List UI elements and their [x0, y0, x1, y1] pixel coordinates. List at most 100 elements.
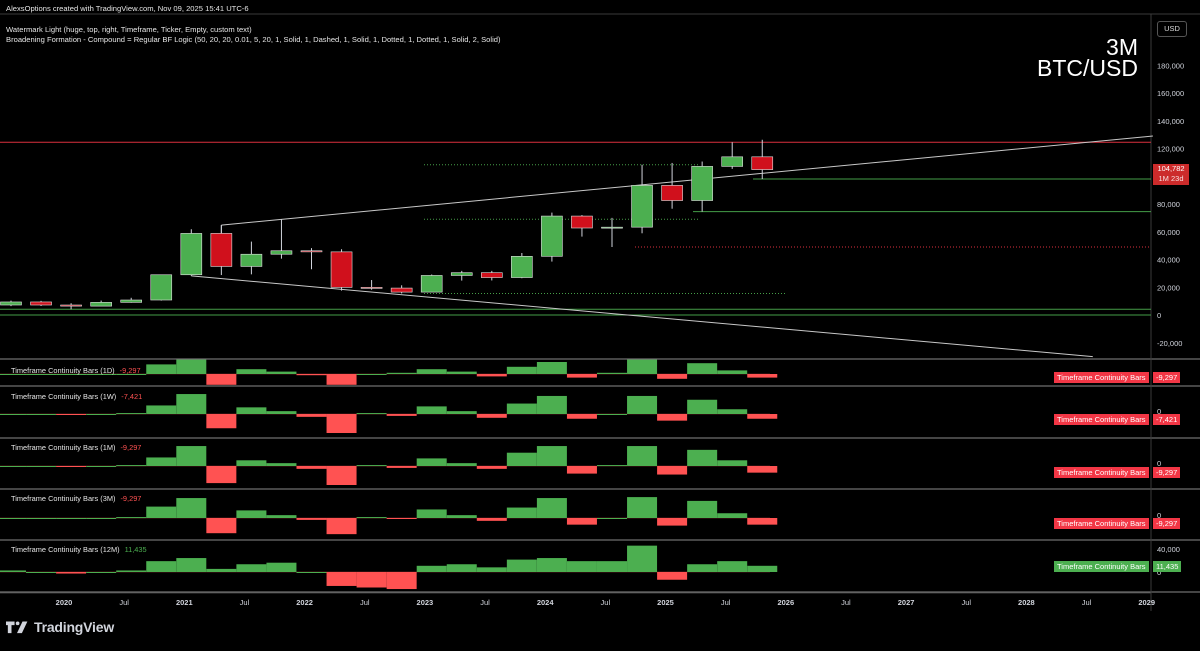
- x-tick-label: Jul: [721, 598, 731, 607]
- continuity-bar: [717, 409, 748, 414]
- pane4-value: -9,297: [120, 494, 142, 503]
- continuity-bar: [416, 565, 447, 572]
- pane5-badge-value: 11,435: [1153, 561, 1182, 572]
- watermark-ticker: BTC/USD: [1037, 55, 1138, 81]
- continuity-bar: [747, 518, 778, 525]
- continuity-bar: [56, 414, 87, 415]
- continuity-bar: [416, 369, 447, 374]
- pane1-value: -9,297: [119, 366, 141, 375]
- continuity-bar: [176, 498, 207, 518]
- continuity-bar: [116, 517, 147, 519]
- pane4-legend[interactable]: Timeframe Continuity Bars (3M) -9,297: [11, 494, 141, 503]
- currency-button[interactable]: USD: [1157, 21, 1187, 37]
- x-tick-label: 2020: [56, 598, 73, 607]
- x-tick-label: Jul: [1082, 598, 1092, 607]
- continuity-bar: [597, 414, 627, 415]
- x-tick-label: 2021: [176, 598, 193, 607]
- continuity-bar: [687, 500, 718, 518]
- continuity-bar: [236, 460, 267, 466]
- candle-body: [661, 185, 683, 201]
- continuity-bar: [326, 414, 357, 433]
- candle-body: [300, 250, 323, 253]
- continuity-bar: [597, 372, 627, 374]
- continuity-bar: [627, 446, 658, 466]
- chart-area[interactable]: -20,000020,00040,00060,00080,000100,0001…: [0, 0, 1200, 651]
- y-tick-label: 0: [1157, 311, 1161, 320]
- x-tick-label: Jul: [480, 598, 490, 607]
- candle-body: [360, 287, 383, 289]
- continuity-bar: [206, 518, 237, 534]
- candle-body: [60, 304, 82, 307]
- x-tick-label: 2024: [537, 598, 555, 607]
- pane1-title: Timeframe Continuity Bars (1D): [11, 366, 115, 375]
- continuity-bar: [446, 411, 477, 414]
- continuity-bar: [266, 562, 297, 572]
- continuity-bar: [566, 561, 597, 572]
- continuity-bar: [657, 466, 688, 475]
- continuity-bar: [476, 466, 507, 469]
- continuity-bar: [356, 572, 387, 588]
- x-tick-label: 2023: [417, 598, 434, 607]
- continuity-bar: [146, 561, 177, 572]
- continuity-bar: [176, 394, 207, 414]
- continuity-bar: [416, 458, 447, 466]
- continuity-bar: [446, 564, 477, 572]
- continuity-bar: [116, 570, 147, 572]
- continuity-bar: [747, 565, 778, 572]
- candle-body: [90, 302, 112, 307]
- continuity-bar: [476, 374, 507, 377]
- pane3-legend[interactable]: Timeframe Continuity Bars (1M) -9,297: [11, 443, 141, 452]
- y-tick-label: 80,000: [1157, 200, 1180, 209]
- y-tick-label: 60,000: [1157, 228, 1180, 237]
- bar-countdown: 1M 23d: [1158, 174, 1184, 183]
- continuity-bar: [627, 395, 658, 414]
- continuity-bar: [536, 498, 567, 518]
- continuity-bar: [296, 466, 327, 469]
- last-price: 104,782: [1157, 164, 1185, 173]
- x-tick-label: 2027: [898, 598, 915, 607]
- y-tick-label: 160,000: [1157, 89, 1184, 98]
- pane2-badge-value: -7,421: [1153, 414, 1181, 425]
- pane5-title: Timeframe Continuity Bars (12M): [11, 545, 120, 554]
- pane3-badge-value: -9,297: [1153, 467, 1181, 478]
- continuity-bar: [26, 414, 57, 415]
- candle-body: [120, 299, 142, 303]
- x-tick-label: Jul: [841, 598, 851, 607]
- continuity-bar: [566, 414, 597, 419]
- x-tick-label: 2026: [777, 598, 794, 607]
- continuity-bar: [476, 518, 507, 521]
- candle-body: [210, 233, 233, 267]
- continuity-bar: [597, 465, 627, 467]
- pane1-badge: Timeframe Continuity Bars: [1054, 372, 1149, 383]
- pane1-badge-value: -9,297: [1153, 372, 1181, 383]
- continuity-bar: [386, 572, 417, 590]
- candle-body: [450, 272, 473, 276]
- candle-body: [631, 185, 653, 228]
- candle-body: [721, 156, 744, 167]
- continuity-bar: [687, 449, 718, 466]
- pane4-title: Timeframe Continuity Bars (3M): [11, 494, 116, 503]
- continuity-bar: [266, 411, 297, 414]
- continuity-bar: [266, 371, 297, 374]
- continuity-bar: [0, 518, 26, 519]
- pane5-badge: Timeframe Continuity Bars: [1054, 561, 1149, 572]
- pane5-legend[interactable]: Timeframe Continuity Bars (12M) 11,435: [11, 545, 147, 554]
- tradingview-wordmark: TradingView: [34, 619, 115, 635]
- pane1-legend[interactable]: Timeframe Continuity Bars (1D) -9,297: [11, 366, 141, 375]
- pane2-legend[interactable]: Timeframe Continuity Bars (1W) -7,421: [11, 392, 142, 401]
- continuity-bar: [717, 513, 748, 518]
- continuity-bar: [717, 460, 748, 466]
- continuity-bar: [597, 518, 627, 519]
- continuity-bar: [0, 570, 26, 572]
- continuity-bar: [116, 413, 147, 415]
- continuity-bar: [717, 561, 748, 572]
- candle-body: [180, 233, 203, 276]
- candle-body: [150, 274, 173, 301]
- continuity-bar: [536, 446, 567, 466]
- continuity-bar: [446, 515, 477, 518]
- pane3-value: -9,297: [120, 443, 142, 452]
- pane3-badge: Timeframe Continuity Bars: [1054, 467, 1149, 478]
- y-tick-label: 120,000: [1157, 145, 1184, 154]
- continuity-bar: [657, 414, 688, 421]
- candle-body: [390, 287, 413, 293]
